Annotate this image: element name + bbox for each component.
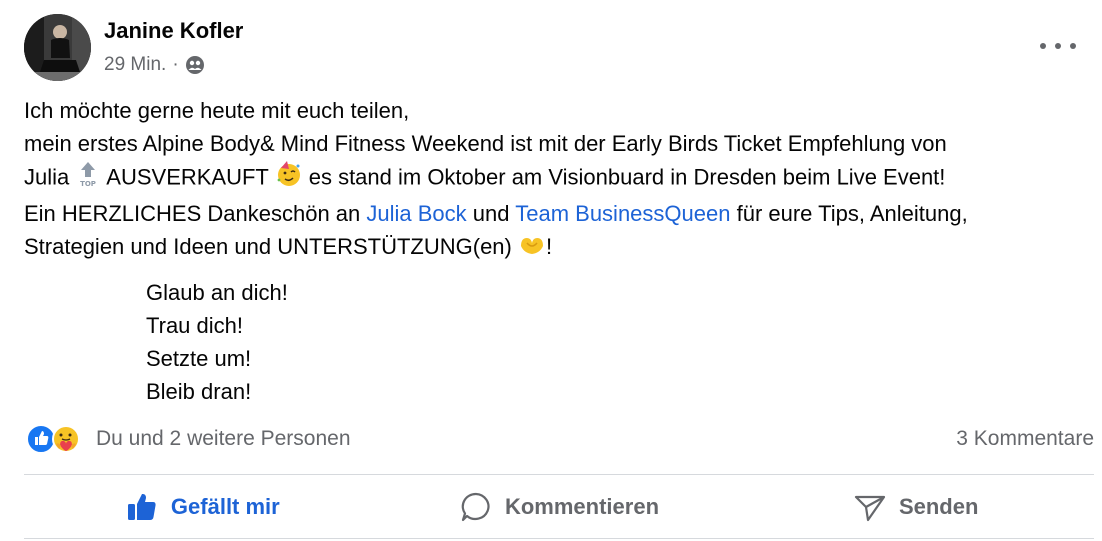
post-text: Ich möchte gerne heute mit euch teilen, … <box>24 94 1084 265</box>
text-segment: Ein HERZLICHES Dankeschön an <box>24 201 361 226</box>
text-segment: und <box>472 201 510 226</box>
send-icon <box>853 490 887 524</box>
like-button[interactable]: Gefällt mir <box>24 476 381 538</box>
post-text-line: Strategien und Ideen und UNTERSTÜTZUNG(e… <box>24 230 1084 265</box>
action-bar: Gefällt mir Kommentieren Senden <box>24 476 1094 538</box>
divider <box>24 538 1094 539</box>
post-text-line: mein erstes Alpine Body& Mind Fitness We… <box>24 131 947 156</box>
send-button[interactable]: Senden <box>737 476 1094 538</box>
text-segment: AUSVERKAUFT <box>106 164 269 190</box>
mention-link[interactable]: Team BusinessQueen <box>515 201 730 226</box>
comment-icon <box>459 490 493 524</box>
comment-button[interactable]: Kommentieren <box>381 476 738 538</box>
post-text-line: Ich möchte gerne heute mit euch teilen, <box>24 98 410 123</box>
text-segment: Julia <box>24 164 70 190</box>
more-dot-icon <box>1040 43 1046 49</box>
motto-line: Bleib dran! <box>146 379 252 404</box>
motto-list: Glaub an dich! Trau dich! Setzte um! Ble… <box>146 276 288 408</box>
comments-count[interactable]: 3 Kommentare <box>956 427 1094 451</box>
text-segment: ! <box>546 234 553 259</box>
heart-hands-emoji <box>518 232 546 265</box>
author-name[interactable]: Janine Kofler <box>104 18 243 44</box>
text-segment: für eure Tips, Anleitung, <box>736 201 968 226</box>
reaction-icons <box>26 423 88 455</box>
like-label: Gefällt mir <box>170 494 280 519</box>
divider <box>24 474 1094 475</box>
motto-line: Glaub an dich! <box>146 280 288 305</box>
post-meta: 29 Min. · <box>104 54 205 76</box>
svg-text:TOP: TOP <box>80 180 96 188</box>
avatar-photo <box>24 14 91 81</box>
care-icon <box>50 424 82 454</box>
text-segment: Strategien und Ideen und UNTERSTÜTZUNG(e… <box>24 234 512 259</box>
partying-face-emoji <box>275 160 303 197</box>
text-segment: es stand im Oktober am Visionbuard in Dr… <box>308 164 946 190</box>
motto-line: Setzte um! <box>146 346 252 371</box>
post-header: Janine Kofler 29 Min. · <box>24 14 1084 84</box>
more-dot-icon <box>1055 43 1061 49</box>
more-dot-icon <box>1070 43 1076 49</box>
post-text-line: Ein HERZLICHES Dankeschön an Julia Bock … <box>24 197 1084 230</box>
motto-line: Trau dich! <box>146 313 244 338</box>
mention-link[interactable]: Julia Bock <box>366 201 466 226</box>
send-label: Senden <box>898 494 979 519</box>
friends-icon[interactable] <box>185 55 205 75</box>
reactions-text[interactable]: Du und 2 weitere Personen <box>96 427 351 451</box>
post-text-line: Julia TOP AUSVERKAUFT es stand im Oktobe… <box>24 160 1084 197</box>
post-time[interactable]: 29 Min. <box>104 54 166 76</box>
top-arrow-emoji: TOP <box>75 160 101 197</box>
meta-separator: · <box>172 54 179 75</box>
more-options-button[interactable] <box>1040 34 1076 58</box>
thumbs-up-icon <box>125 490 159 524</box>
reactions-summary[interactable]: Du und 2 weitere Personen <box>26 423 351 455</box>
comment-label: Kommentieren <box>504 494 660 519</box>
avatar[interactable] <box>24 14 91 81</box>
